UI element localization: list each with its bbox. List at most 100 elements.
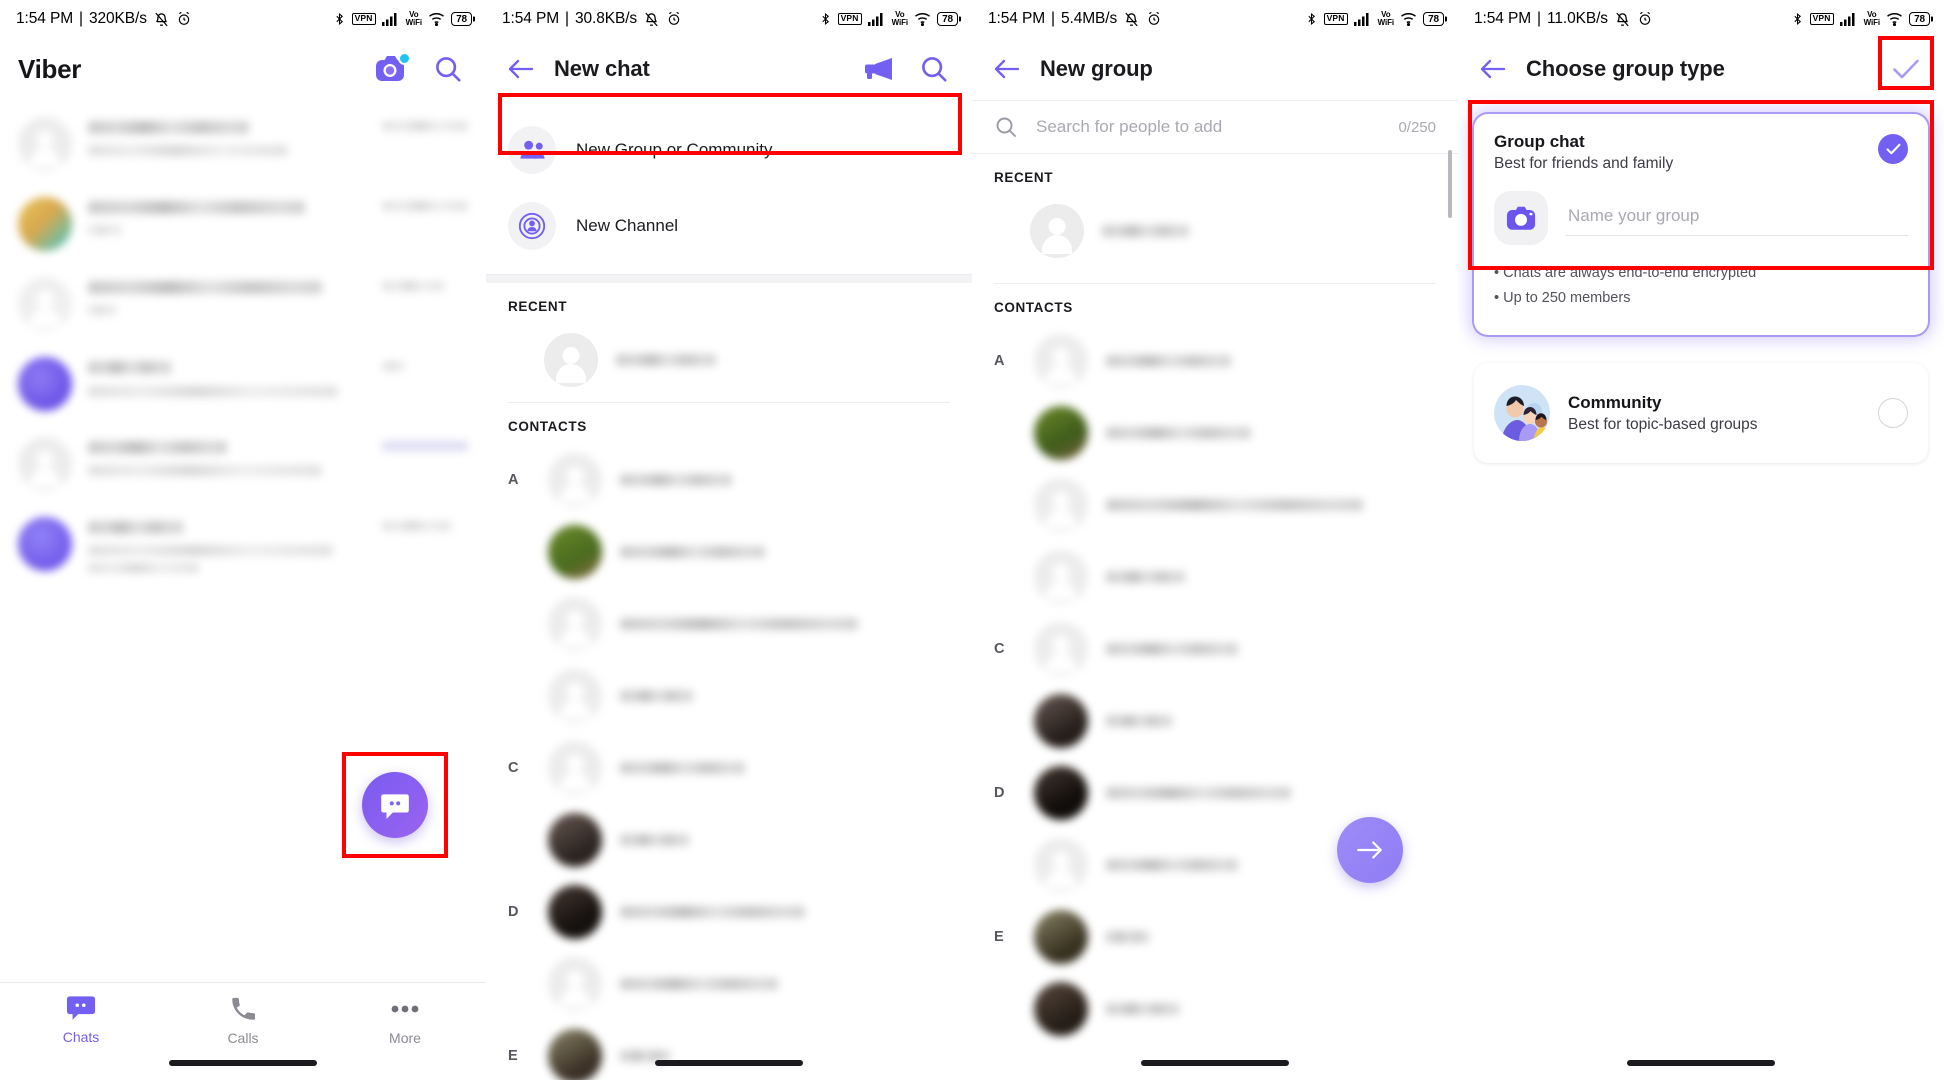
search-placeholder: Search for people to add: [1036, 117, 1223, 136]
group-photo-picker[interactable]: [1494, 191, 1548, 245]
search-button[interactable]: [914, 49, 954, 89]
contact-row[interactable]: [972, 541, 1458, 613]
status-bar: 1:54 PM | 11.0KB/s VPN Vo WiFi 78: [1458, 0, 1944, 38]
contact-row[interactable]: [486, 948, 972, 1020]
avatar: [18, 277, 72, 331]
cellular-signal-icon: [1353, 12, 1372, 26]
chat-list-item[interactable]: [0, 184, 486, 264]
contact-name: [1106, 643, 1436, 655]
channel-icon: [508, 202, 556, 250]
recent-contact-row[interactable]: [972, 195, 1458, 267]
menu-item-new-group-or-community[interactable]: New Group or Community: [486, 112, 972, 188]
chat-preview: [88, 117, 366, 156]
status-network-speed: 11.0KB/s: [1546, 10, 1608, 27]
contact-name: [1106, 499, 1436, 511]
contact-row[interactable]: C: [972, 613, 1458, 685]
avatar: [1030, 204, 1084, 258]
avatar: [548, 597, 602, 651]
avatar: [1034, 838, 1088, 892]
megaphone-button[interactable]: [858, 49, 898, 89]
card-title: Group chat: [1494, 132, 1585, 151]
contact-row[interactable]: C: [486, 732, 972, 804]
contact-name: [1106, 355, 1436, 367]
radio-selected-icon[interactable]: [1878, 134, 1908, 164]
contact-name: [1106, 1003, 1436, 1015]
search-icon: [996, 117, 1016, 137]
contact-row[interactable]: D: [972, 757, 1458, 829]
nav-tab-more[interactable]: More: [324, 995, 486, 1046]
battery-icon: 78: [451, 12, 472, 26]
chat-list-item[interactable]: [0, 424, 486, 504]
bluetooth-icon: [1791, 11, 1804, 27]
contact-row[interactable]: [486, 516, 972, 588]
chat-list-item[interactable]: [0, 264, 486, 344]
contact-row[interactable]: D: [486, 876, 972, 948]
contact-row[interactable]: [972, 469, 1458, 541]
status-time: 1:54 PM: [16, 10, 74, 27]
search-button[interactable]: [428, 49, 468, 89]
group-type-card-community[interactable]: Community Best for topic-based groups: [1474, 363, 1928, 463]
scrollbar-thumb[interactable]: [1448, 150, 1452, 218]
nav-tab-calls[interactable]: Calls: [162, 995, 324, 1046]
alpha-label: D: [508, 904, 519, 920]
contact-row[interactable]: [972, 397, 1458, 469]
mute-icon: [1614, 11, 1631, 28]
status-network-speed: 5.4MB/s: [1060, 10, 1118, 27]
alpha-label: C: [994, 641, 1005, 657]
alpha-label: E: [508, 1048, 518, 1064]
battery-icon: 78: [1423, 12, 1444, 26]
confirm-button[interactable]: [1886, 49, 1926, 89]
panel-choose-group-type: 1:54 PM | 11.0KB/s VPN Vo WiFi 78 Choose…: [1458, 0, 1944, 1080]
menu-item-new-channel[interactable]: New Channel: [486, 188, 972, 264]
contact-row[interactable]: [486, 588, 972, 660]
camera-button[interactable]: [372, 49, 412, 89]
group-type-card-group-chat[interactable]: Group chat Best for friends and family N…: [1474, 114, 1928, 335]
alpha-label: E: [994, 929, 1004, 945]
contact-row[interactable]: E: [972, 901, 1458, 973]
megaphone-icon: [865, 58, 892, 80]
search-people-field[interactable]: Search for people to add 0/250: [972, 100, 1458, 154]
back-button[interactable]: [1476, 52, 1510, 86]
more-dots-icon: [391, 1005, 419, 1013]
contact-name: [620, 762, 950, 774]
recent-contact-row[interactable]: [486, 324, 972, 396]
contact-row[interactable]: A: [486, 444, 972, 516]
contact-name: [620, 618, 950, 630]
chat-list-item[interactable]: [0, 344, 486, 424]
avatar: [18, 357, 72, 411]
back-button[interactable]: [504, 52, 538, 86]
chat-list-item[interactable]: [0, 504, 486, 586]
chat-timestamp: [382, 357, 468, 371]
contact-name: [1106, 715, 1436, 727]
chat-timestamp: [382, 277, 468, 291]
vpn-icon: VPN: [1323, 12, 1348, 26]
status-separator: |: [565, 10, 569, 27]
chat-bubble-icon: [66, 996, 96, 1020]
group-name-input[interactable]: [1566, 200, 1908, 236]
radio-unselected-icon[interactable]: [1878, 398, 1908, 428]
contact-row[interactable]: [972, 973, 1458, 1045]
nav-tab-chats[interactable]: Chats: [0, 995, 162, 1045]
menu-item-label: New Channel: [576, 216, 679, 235]
contact-name: [620, 690, 950, 702]
app-bar-chats: Viber: [0, 38, 486, 100]
new-chat-fab[interactable]: [362, 772, 428, 838]
next-step-fab[interactable]: [1337, 817, 1403, 883]
mute-icon: [153, 11, 170, 28]
chat-list-item[interactable]: [0, 104, 486, 184]
contact-row[interactable]: [486, 804, 972, 876]
mute-icon: [643, 11, 660, 28]
contact-row[interactable]: [972, 685, 1458, 757]
cellular-signal-icon: [1839, 12, 1858, 26]
avatar: [18, 197, 72, 251]
contact-row[interactable]: A: [972, 325, 1458, 397]
avatar: [548, 741, 602, 795]
chat-list[interactable]: [0, 100, 486, 586]
contact-row[interactable]: [486, 660, 972, 732]
alpha-label: A: [994, 353, 1005, 369]
contact-row[interactable]: E: [486, 1020, 972, 1080]
avatar: [1034, 910, 1088, 964]
app-title: Viber: [18, 53, 82, 84]
back-button[interactable]: [990, 52, 1024, 86]
section-header-contacts: CONTACTS: [508, 419, 587, 434]
